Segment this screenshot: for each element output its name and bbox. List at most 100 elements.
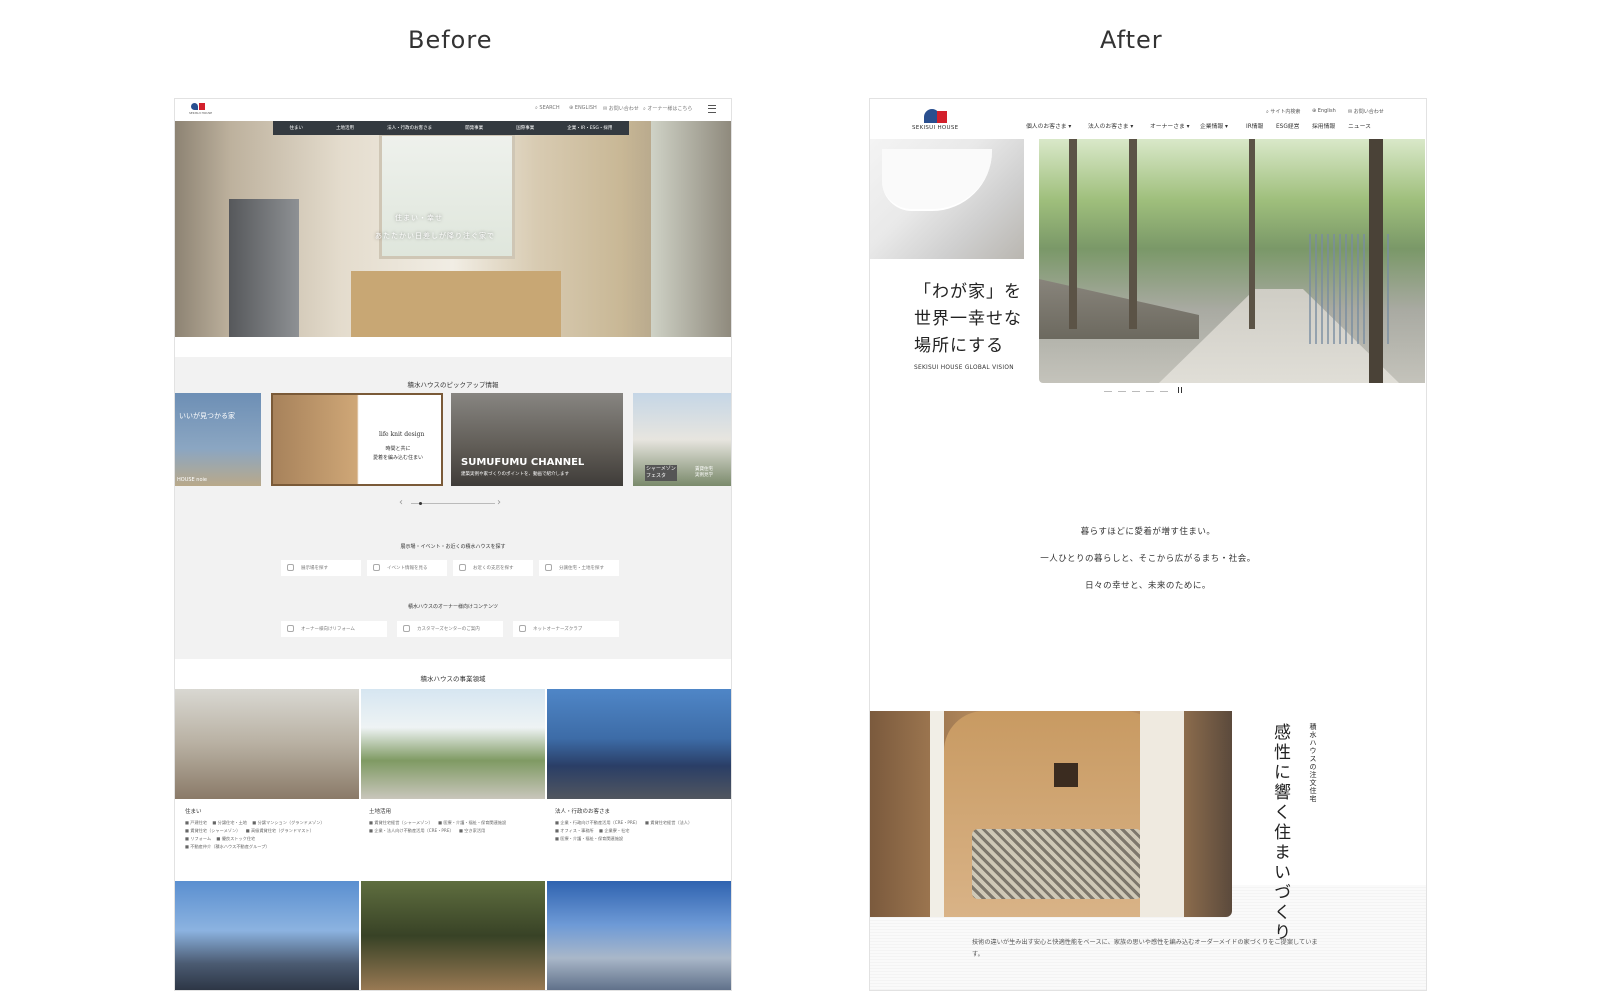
business-label[interactable]: 土地活用 (369, 807, 391, 815)
logo-text: SEKISUI HOUSE (912, 125, 959, 131)
business-tile-corporate[interactable] (547, 689, 731, 799)
english-link[interactable]: ⊕ ENGLISH (569, 105, 597, 111)
contact-link[interactable]: ✉ お問い合わせ (1348, 108, 1384, 115)
contact-label: お問い合わせ (608, 106, 639, 112)
find-land-button[interactable]: 分譲住宅・土地を探す (539, 560, 619, 576)
slider-indicator[interactable] (1132, 391, 1140, 392)
photo-sofa (972, 829, 1142, 899)
nav-item[interactable]: 企業・IR・ESG・採用 (567, 125, 612, 131)
search-label: SEARCH (539, 105, 560, 111)
nav-recruit[interactable]: 採用情報 (1312, 121, 1335, 130)
pickup-card[interactable]: いいが見つかる家 HOUSE noie (175, 393, 261, 486)
card-sub: 賃貸住宅 実例見学 (695, 467, 713, 478)
hero-tree (1129, 139, 1137, 329)
business-items: ■ 企業・行政向け不動産活用（CRE・PRE） ■ 賃貸住宅経営（法人） ■ オ… (555, 820, 693, 841)
before-logo[interactable]: SEKISUI HOUSE (189, 103, 213, 117)
search-link[interactable]: ⌕ SEARCH (535, 105, 560, 111)
english-label: English (1317, 108, 1336, 114)
brand-copy-line: 暮らすほどに愛着が増す住まい。 (1080, 527, 1216, 537)
before-hero-image: 住まい・幸せ あたたかい日差しが降り注ぐ家で (175, 121, 731, 337)
hamburger-menu-icon[interactable] (708, 105, 716, 113)
button-label: イベント情報を見る (387, 566, 428, 571)
nav-owner[interactable]: オーナーさま ▾ (1150, 121, 1190, 130)
slider-indicator[interactable] (1160, 391, 1168, 392)
photo-wall (1140, 711, 1184, 917)
owners-club-button[interactable]: ネットオーナーズクラブ (513, 621, 619, 637)
nav-item[interactable]: 住まい (290, 125, 304, 131)
english-label: ENGLISH (574, 105, 597, 111)
business-tile-housing[interactable] (175, 689, 359, 799)
business-label[interactable]: 住まい (185, 807, 202, 815)
business-items: ■ 戸建住宅 ■ 分譲住宅・土地 ■ 分譲マンション（グランドメゾン） ■ 賃貸… (185, 820, 325, 849)
hero-desk (351, 271, 561, 337)
slider-indicator[interactable] (1146, 391, 1154, 392)
carousel-indicator[interactable] (411, 502, 495, 505)
hero-stone-wall (1039, 279, 1199, 339)
button-label: お近くの支店を探す (473, 566, 514, 571)
business-tile-international[interactable] (547, 881, 731, 990)
global-vision-title: 「わが家」を 世界一幸せな 場所にする (914, 282, 1022, 356)
contact-link[interactable]: ✉ お問い合わせ (603, 105, 639, 112)
nav-esg[interactable]: ESG経営 (1276, 121, 1299, 130)
hero-photo-path (1039, 139, 1425, 383)
pickup-card[interactable]: シャーメゾン フェスタ 賃貸住宅 実例見学 (633, 393, 731, 486)
find-event-button[interactable]: イベント情報を見る (367, 560, 447, 576)
owner-label: オーナー様はこちら (647, 106, 693, 112)
logo-mark-icon (199, 103, 205, 110)
hero-curtain (651, 121, 731, 337)
before-global-nav: 住まい 土地活用 法人・行政のお客さま 開発事業 国際事業 企業・IR・ESG・… (273, 121, 629, 135)
owner-reform-button[interactable]: オーナー様向けリフォーム (281, 621, 387, 637)
hero-tree (1369, 139, 1383, 383)
pickup-card[interactable]: SUMUFUMU CHANNEL 建築実例や家づくりのポイントを、動画で紹介しま… (451, 393, 623, 486)
carousel-next-icon[interactable]: › (497, 497, 501, 508)
global-vision-subtitle: SEKISUI HOUSE GLOBAL VISION (914, 365, 1014, 371)
contact-label: お問い合わせ (1353, 109, 1384, 115)
pickup-title: 積水ハウスのピックアップ情報 (407, 381, 499, 389)
logo-text: SEKISUI HOUSE (189, 111, 213, 115)
brand-copy-line: 日々の幸せと、未来のために。 (1085, 581, 1211, 591)
card-title: いいが見つかる家 (179, 412, 235, 420)
owner-title: 積水ハウスのオーナー様向けコンテンツ (407, 604, 498, 610)
owner-link[interactable]: ⌕ オーナー様はこちら (643, 105, 692, 112)
photo-wall (930, 711, 944, 917)
hero-caption: 住まい・幸せ (395, 214, 443, 222)
hero-photo-curtain (870, 139, 1024, 259)
after-logo[interactable]: SEKISUI HOUSE (912, 109, 962, 139)
carousel-prev-icon[interactable]: ‹ (399, 497, 403, 508)
before-heading: Before (408, 26, 493, 54)
nav-corporate[interactable]: 法人のお客さま ▾ (1088, 121, 1133, 130)
nav-item[interactable]: 法人・行政のお客さま (387, 125, 432, 131)
nav-item[interactable]: 国際事業 (516, 125, 534, 131)
pause-icon[interactable] (1178, 387, 1182, 393)
photo-niche (1054, 763, 1078, 787)
nav-news[interactable]: ニュース (1348, 121, 1371, 130)
business-tile-land[interactable] (361, 689, 545, 799)
card-sub: 建築実例や家づくりのポイントを、動画で紹介します (461, 472, 569, 477)
nav-ir[interactable]: IR情報 (1246, 121, 1263, 130)
nav-item[interactable]: 開発事業 (465, 125, 483, 131)
business-items: ■ 賃貸住宅経営（シャーメゾン） ■ 医療・介護・福祉・保育関連施設 ■ 企業・… (369, 820, 507, 833)
nav-company[interactable]: 企業情報 ▾ (1200, 121, 1228, 130)
slider-indicator[interactable] (1104, 391, 1112, 392)
button-label: 展示場を探す (301, 566, 328, 571)
card-sub: HOUSE noie (177, 477, 207, 483)
find-title: 展示場・イベント・お近くの積水ハウスを探す (400, 544, 506, 550)
logo-mark-icon (191, 103, 198, 110)
pickup-card[interactable]: life knit design 時間と共に 愛着を編み込む住まい (271, 393, 443, 486)
slider-indicator[interactable] (1118, 391, 1126, 392)
find-branch-button[interactable]: お近くの支店を探す (453, 560, 533, 576)
nav-individual[interactable]: 個人のお客さま ▾ (1026, 121, 1071, 130)
card-title: シャーメゾン フェスタ (645, 465, 677, 481)
site-search-link[interactable]: ⌕ サイト内検索 (1266, 108, 1300, 115)
english-link[interactable]: ⊕ English (1312, 108, 1336, 114)
business-label[interactable]: 法人・行政のお客さま (555, 807, 610, 815)
business-tile-development[interactable] (175, 881, 359, 990)
customer-center-button[interactable]: カスタマーズセンターのご案内 (397, 621, 503, 637)
card-sub: 時間と共に 愛着を編み込む住まい (373, 446, 424, 461)
find-showroom-button[interactable]: 展示場を探す (281, 560, 361, 576)
button-label: オーナー様向けリフォーム (301, 627, 355, 632)
hero-tree (1069, 139, 1077, 329)
nav-item[interactable]: 土地活用 (336, 125, 354, 131)
business-tile-urban[interactable] (361, 881, 545, 990)
button-label: ネットオーナーズクラブ (533, 627, 583, 632)
